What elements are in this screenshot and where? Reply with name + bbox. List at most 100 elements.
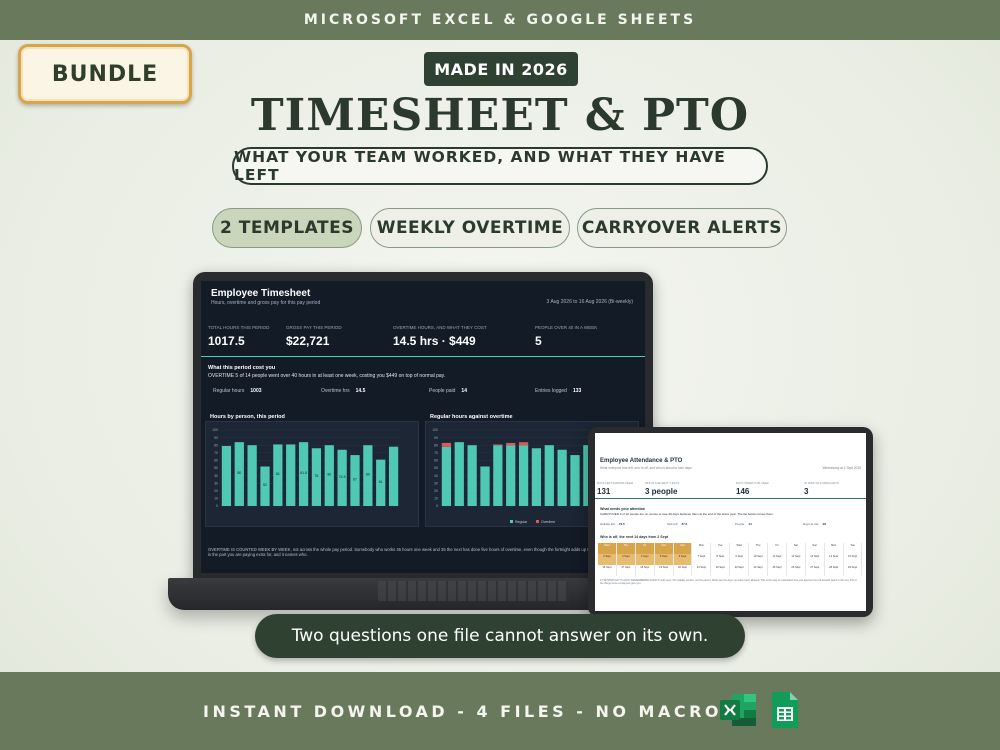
bar-overtime	[441, 442, 452, 447]
stat-label: People	[735, 522, 745, 526]
pto-kpi-days-taken: DAYS TAKEN THIS YEAR 146	[736, 481, 769, 496]
stat-label: People paid	[429, 388, 456, 394]
bar-value-label: 76	[314, 474, 318, 478]
laptop-keyboard	[378, 581, 568, 601]
bar-value-label: 61	[379, 480, 383, 484]
stat-value: 14.5	[355, 388, 366, 394]
pto-title: Employee Attendance & PTO	[600, 458, 683, 464]
feature-pill-overtime: WEEKLY OVERTIME	[370, 208, 570, 248]
stat-value: 14	[748, 522, 752, 526]
pto-date: Wednesday at 2 Sept 2026	[822, 466, 861, 470]
stat-label: Days at risk	[803, 522, 819, 526]
calendar-cell: 28 Sept	[825, 565, 844, 576]
calendar-row: 16 Sept 17 Sept 18 Sept 19 Sept 20 Sept 21 Se…	[598, 565, 863, 576]
kpi-value: 131	[597, 487, 611, 496]
y-tick-label: 70	[214, 451, 218, 455]
top-banner-text: MICROSOFT EXCEL & GOOGLE SHEETS	[303, 12, 697, 28]
bar-value-label: 81.5	[300, 471, 307, 475]
bar-regular	[518, 445, 529, 506]
timesheet-title: Employee Timesheet	[211, 288, 311, 299]
calendar-cell: 19 Sept	[655, 565, 674, 576]
calendar-cell: Tue	[844, 543, 863, 554]
tagline-text: WHAT YOUR TEAM WORKED, AND WHAT THEY HAV…	[234, 148, 726, 184]
bar-value-label: 52	[263, 483, 267, 487]
bar-regular	[441, 446, 452, 506]
calendar-row: Wed Thu Fri Sat Sun Mon Tue Wed Thu Fri Sat Sun Mon T…	[598, 543, 863, 554]
bar	[286, 444, 296, 506]
stat-label: Overtime hrs	[321, 388, 350, 394]
stat-label: Sick left	[667, 522, 678, 526]
bar-regular	[480, 466, 490, 506]
calendar-cell: 24 Sept	[749, 565, 769, 576]
y-tick-label: 60	[214, 459, 218, 463]
kpi-label: OVERTIME HOURS, AND WHAT THEY COST	[393, 325, 487, 330]
legend-swatch	[510, 520, 513, 523]
calendar-cell: 6 Sept	[673, 554, 693, 565]
calendar-cell: 16 Sept	[598, 565, 617, 576]
calendar-cell: 7 Sept	[692, 554, 712, 565]
timesheet-dashboard: Employee Timesheet Hours, overtime and g…	[201, 281, 645, 573]
timesheet-subtitle: Hours, overtime and gross pay for this p…	[211, 300, 321, 306]
y-tick-label: 10	[214, 497, 218, 501]
legend-label: Overtime	[541, 520, 555, 524]
stat-value: 133	[572, 388, 582, 394]
pto-footnote: A TRUSTED DAY IS A DAY REMEMBERED ALWAYS…	[600, 579, 857, 586]
hours-by-person-panel: Hours by person, this period 100 90 80 70 60…	[205, 414, 419, 527]
y-tick-label: 30	[434, 481, 438, 485]
calendar-row: 2 Sept 3 Sept 4 Sept 5 Sept 6 Sept 7 Sept 8 Se…	[598, 554, 863, 565]
stat-people-paid: People paid 14	[429, 388, 467, 394]
bar-overtime	[506, 442, 516, 446]
calendar-cell: 29 Sept	[844, 565, 863, 576]
bundle-label: BUNDLE	[51, 61, 159, 87]
kpi-label: OFF IN THE NEXT 2 DAYS	[645, 481, 680, 485]
calendar-cell: Sat	[787, 543, 806, 554]
feature-label: WEEKLY OVERTIME	[376, 218, 564, 238]
y-tick-label: 20	[434, 489, 438, 493]
kpi-label: AT RISK OF LOSING DAYS	[804, 481, 839, 485]
y-tick-label: 40	[434, 474, 438, 478]
calendar-cell: 21 Sept	[692, 565, 712, 576]
calendar-cell: Thu	[749, 543, 769, 554]
pto-subtitle: What everyone has left, who is off, and …	[600, 466, 692, 470]
calendar-cell: 15 Sept	[844, 554, 863, 565]
y-tick-label: 90	[434, 436, 438, 440]
legend-swatch	[536, 520, 539, 523]
stat-label: Entries logged	[535, 388, 567, 394]
y-tick-label: 90	[214, 436, 218, 440]
kpi-label: GROSS PAY THIS PERIOD	[286, 325, 342, 330]
stat-regular-hours: Regular hours 1003	[213, 388, 262, 394]
kpi-label: PEOPLE OVER 40 IN A WEEK	[535, 325, 598, 330]
calendar-cell: 2 Sept	[598, 554, 617, 565]
cost-section-title: What this period cost you	[208, 365, 276, 371]
calendar-cell: 13 Sept	[806, 554, 825, 565]
google-sheets-icon	[772, 692, 798, 728]
feature-label: CARRYOVER ALERTS	[581, 218, 783, 238]
pto-stat-people: People 14	[735, 522, 752, 526]
bar-value-label: 80	[327, 473, 331, 477]
overtime-alert: OVERTIME 5 of 14 people went over 40 hou…	[208, 373, 446, 379]
made-in-label: MADE IN 2026	[434, 59, 568, 79]
y-tick-label: 10	[434, 497, 438, 501]
pto-kpi-days-left: DAYS LEFT ACROSS TEAM 131	[597, 481, 633, 496]
pto-stat-at-risk: Days at risk 29	[803, 522, 826, 526]
kpi-value: 1017.5	[208, 334, 245, 348]
y-tick-label: 60	[434, 459, 438, 463]
y-tick-label: 0	[216, 504, 218, 508]
feature-label: 2 TEMPLATES	[220, 218, 354, 238]
bar-regular	[506, 445, 516, 506]
stat-value: 1003	[250, 388, 262, 394]
overtime-footnote: OVERTIME IS COUNTED WEEK BY WEEK, not ac…	[208, 547, 637, 557]
pto-stat-holiday: Holiday left 73.5	[600, 522, 625, 526]
tagline-pill: WHAT YOUR TEAM WORKED, AND WHAT THEY HAV…	[232, 147, 768, 185]
caption-text: Two questions one file cannot answer on …	[291, 626, 709, 646]
kpi-total-hours: TOTAL HOURS THIS PERIOD 1017.5	[208, 325, 269, 348]
y-tick-label: 40	[214, 474, 218, 478]
y-tick-label: 80	[214, 443, 218, 447]
bar-regular	[454, 442, 464, 506]
stat-overtime-hours: Overtime hrs 14.5	[321, 388, 365, 394]
calendar-cell: 3 Sept	[616, 554, 636, 565]
pto-kpi-off-soon: OFF IN THE NEXT 2 DAYS 3 people	[645, 481, 679, 496]
calendar-cell: 9 Sept	[730, 554, 750, 565]
calendar-cell: Fri	[768, 543, 787, 554]
feature-pill-carryover: CARRYOVER ALERTS	[577, 208, 787, 248]
